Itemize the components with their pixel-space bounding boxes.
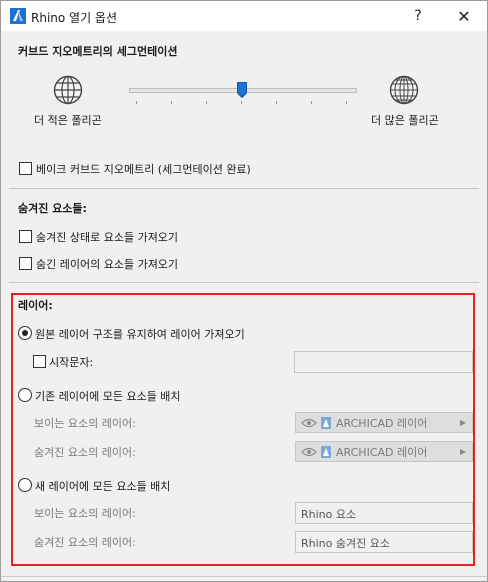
existing-layer-label: 기존 레이어에 모든 요소들 배치: [35, 390, 181, 403]
keep-layer-structure-label: 원본 레이어 구조를 유지하여 레이어 가져오기: [35, 328, 245, 341]
slider-tick: [311, 101, 312, 104]
help-button[interactable]: ?: [403, 5, 433, 27]
keep-layer-structure-radio[interactable]: [18, 326, 32, 340]
title-bar: Rhino 열기 옵션 ? ✕: [1, 1, 487, 31]
bake-curved-checkbox[interactable]: [19, 162, 32, 175]
slider-tick: [171, 101, 172, 104]
globe-icon: [389, 75, 419, 105]
hidden-elements-layer-label: 숨겨진 요소의 레이어:: [34, 446, 136, 459]
import-hidden-layers-checkbox[interactable]: [19, 257, 32, 270]
prefix-checkbox[interactable]: [33, 355, 46, 368]
fewer-polygons-label: 더 적은 폴리곤: [34, 114, 102, 127]
slider-tick: [346, 101, 347, 104]
new-visible-layer-input[interactable]: Rhino 요소: [295, 502, 473, 524]
import-hidden-state-checkbox[interactable]: [19, 230, 32, 243]
dialog-content: 커브드 지오메트리의 세그먼테이션 더 적은 폴리곤 더 많은 폴리곤 베이크 …: [1, 31, 487, 581]
hidden-elements-heading: 숨겨진 요소들:: [18, 202, 87, 215]
bottom-divider: [1, 576, 487, 577]
divider: [9, 188, 479, 189]
bake-curved-label: 베이크 커브드 지오메트리 (세그먼테이션 완료): [36, 163, 251, 176]
segmentation-heading: 커브드 지오메트리의 세그먼테이션: [18, 45, 178, 58]
slider-tick: [241, 101, 242, 104]
layer-icon: [321, 445, 331, 458]
slider-tick: [136, 101, 137, 104]
prefix-label: 시작문자:: [49, 356, 94, 369]
globe-icon: [53, 75, 83, 105]
chevron-right-icon: ▶: [460, 447, 467, 456]
divider: [9, 282, 479, 283]
slider-tick: [276, 101, 277, 104]
new-layer-label: 새 레이어에 모든 요소들 배치: [35, 480, 171, 493]
layer-heading: 레이어:: [18, 299, 53, 312]
chevron-right-icon: ▶: [460, 418, 467, 427]
close-button[interactable]: ✕: [449, 5, 479, 27]
slider-thumb[interactable]: [237, 82, 247, 98]
layer-icon: [321, 416, 331, 429]
more-polygons-label: 더 많은 폴리곤: [371, 114, 439, 127]
window-title: Rhino 열기 옵션: [31, 11, 118, 25]
new-hidden-layer-input[interactable]: Rhino 숨겨진 요소: [295, 531, 473, 553]
import-hidden-state-label: 숨겨진 상태로 요소들 가져오기: [36, 231, 179, 244]
import-hidden-layers-label: 숨긴 레이어의 요소들 가져오기: [36, 258, 179, 271]
hidden-layer-value: ARCHICAD 레이어: [336, 445, 428, 459]
visible-layer-value: ARCHICAD 레이어: [336, 416, 428, 430]
prefix-input[interactable]: [294, 351, 473, 373]
rhino-open-options-dialog: Rhino 열기 옵션 ? ✕ 커브드 지오메트리의 세그먼테이션 더 적은 폴…: [0, 0, 488, 582]
eye-icon: [301, 418, 317, 427]
hidden-layer-dropdown[interactable]: ARCHICAD 레이어 ▶: [295, 441, 473, 462]
new-visible-layer-label: 보이는 요소의 레이어:: [34, 507, 136, 520]
existing-layer-radio[interactable]: [18, 388, 32, 402]
slider-tick: [206, 101, 207, 104]
visible-elements-layer-label: 보이는 요소의 레이어:: [34, 417, 136, 430]
rhino-app-icon: [10, 8, 26, 24]
eye-icon: [301, 447, 317, 456]
new-layer-radio[interactable]: [18, 478, 32, 492]
visible-layer-dropdown[interactable]: ARCHICAD 레이어 ▶: [295, 412, 473, 433]
new-hidden-layer-label: 숨겨진 요소의 레이어:: [34, 536, 136, 549]
